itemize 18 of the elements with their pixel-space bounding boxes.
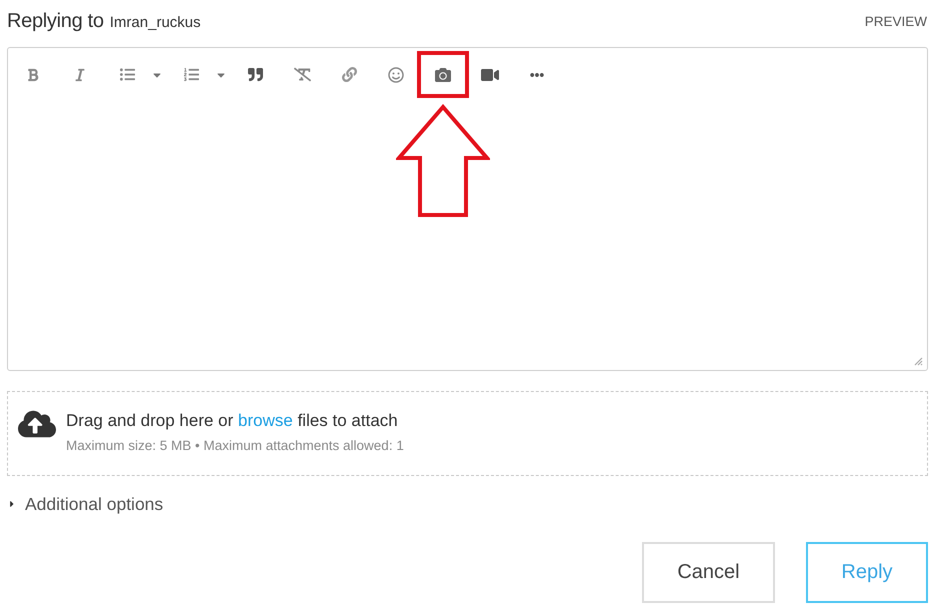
numbered-list-icon[interactable] [184,67,198,82]
link-icon[interactable] [342,67,356,82]
camera-icon[interactable] [435,66,451,82]
preview-link[interactable]: PREVIEW [864,14,927,28]
file-drop-zone[interactable]: Drag and drop here or browse files to attach Maximum size: 5 MB • Maximum attachments allowed: 1 [7,391,928,476]
clear-format-icon[interactable] [294,66,310,83]
bold-icon[interactable] [26,68,40,82]
username-text: Imran_ruckus [110,14,201,30]
bullet-list-icon[interactable] [120,67,134,82]
resize-grip-icon[interactable] [914,357,923,366]
upload-limits-text: Maximum size: 5 MB • Maximum attachments allowed: 1 [66,438,404,454]
drop-instruction-text: Drag and drop here or browse files to attach [66,411,399,431]
smiley-icon[interactable] [388,66,404,82]
reply-title: Replying to [7,10,104,32]
quote-icon[interactable] [248,67,262,82]
additional-options-toggle[interactable]: Additional options [7,494,164,514]
italic-icon[interactable] [73,68,87,82]
cancel-button[interactable]: Cancel [642,542,775,603]
